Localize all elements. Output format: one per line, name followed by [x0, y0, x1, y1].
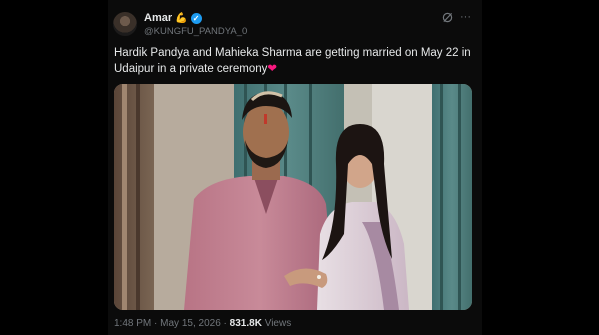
grok-icon[interactable]	[442, 12, 453, 23]
views-count: 831.8K	[229, 318, 262, 329]
author-emoji: 💪	[175, 12, 188, 24]
author-name[interactable]: Amar	[144, 12, 172, 24]
meta-separator: ·	[223, 318, 227, 329]
tweet-time[interactable]: 1:48 PM	[114, 318, 151, 329]
tweet-photo[interactable]	[114, 84, 472, 310]
author-handle[interactable]: @KUNGFU_PANDYA_0	[144, 26, 247, 37]
author-row: Amar 💪 ✓	[144, 12, 202, 24]
meta-separator: ·	[154, 318, 158, 329]
wedding-couple-photo	[114, 84, 472, 310]
verified-badge-icon: ✓	[190, 12, 202, 24]
heart-emoji: ❤	[267, 63, 278, 75]
tweet-text: Hardik Pandya and Mahieka Sharma are get…	[114, 45, 476, 77]
tweet-card: Amar 💪 ✓ @KUNGFU_PANDYA_0 ··· Hardik Pan…	[108, 0, 482, 335]
more-options-icon[interactable]: ···	[460, 11, 471, 23]
tweet-meta: 1:48 PM · May 15, 2026 · 831.8K Views	[114, 318, 291, 329]
tweet-body: Hardik Pandya and Mahieka Sharma are get…	[114, 47, 471, 75]
tweet-date[interactable]: May 15, 2026	[160, 318, 221, 329]
avatar[interactable]	[113, 12, 137, 36]
views-label: Views	[264, 318, 292, 329]
